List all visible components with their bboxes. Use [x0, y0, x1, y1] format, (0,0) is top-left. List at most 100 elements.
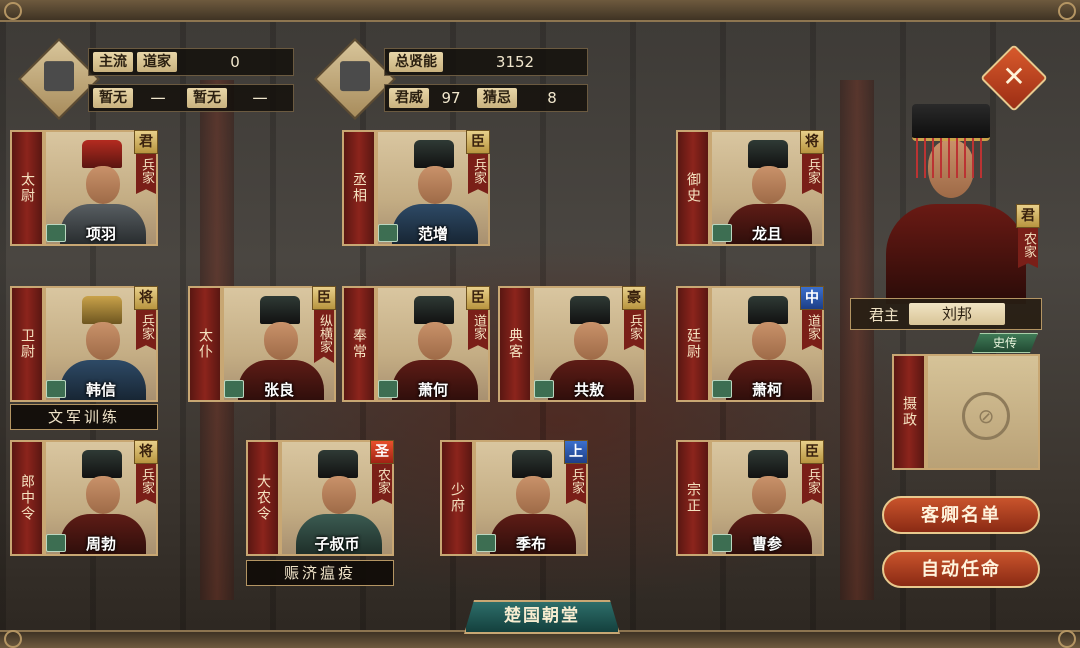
guest-list-button[interactable]: 客卿名单 — [882, 496, 1040, 534]
school-tag: 农家 — [372, 464, 392, 504]
officer-name: 季布 — [515, 535, 546, 553]
mainstream-row: 主流 道家 0 — [88, 48, 294, 76]
empty-portrait-slot[interactable]: ⊘ — [926, 354, 1040, 470]
school-tag: 兵家 — [624, 310, 644, 350]
crown-icon — [912, 104, 990, 141]
mainstream-label: 主流 — [93, 52, 133, 72]
regent-slot[interactable]: 摄政 ⊘ — [892, 354, 1040, 470]
secondary-value-2: 一 — [252, 89, 268, 108]
officer-name: 萧柯 — [751, 381, 782, 399]
background-pillar — [840, 80, 874, 600]
officer-name: 周勃 — [85, 535, 116, 553]
biography-button[interactable]: 史传 — [972, 333, 1038, 353]
total-talent-label: 总贤能 — [389, 52, 443, 72]
mainstream-value: 0 — [230, 53, 240, 71]
officer-name: 龙且 — [751, 225, 782, 243]
school-tag: 兵家 — [802, 464, 822, 504]
close-icon[interactable]: ✕ — [990, 54, 1038, 102]
officer-name: 曹参 — [751, 535, 782, 553]
school-tag: 兵家 — [802, 154, 822, 194]
office-title: 奉常 — [342, 286, 376, 402]
officer-card-taipu[interactable]: 太仆 臣 纵横家 张良 — [188, 286, 336, 402]
office-title: 郎中令 — [10, 440, 44, 556]
rank-badge: 中 — [800, 286, 824, 310]
office-title: 御史 — [676, 130, 710, 246]
officer-card-fengchang[interactable]: 奉常 臣 道家 萧何 — [342, 286, 490, 402]
mainstream-school: 道家 — [137, 52, 177, 72]
rank-badge: 君 — [134, 130, 158, 154]
secondary-label-2: 暂无 — [187, 88, 227, 108]
office-title: 宗正 — [676, 440, 710, 556]
officer-card-langzhongling[interactable]: 郎中令 将 兵家 周勃 — [10, 440, 158, 556]
frame-corner-ornament — [4, 2, 22, 20]
officer-card-shaofu[interactable]: 少府 上 兵家 季布 — [440, 440, 588, 556]
ruler-rank-badge: 君 — [1016, 204, 1040, 228]
total-talent-row: 总贤能 3152 — [384, 48, 588, 76]
frame-corner-ornament — [4, 630, 22, 648]
officer-card-yushi[interactable]: 御史 将 兵家 龙且 — [676, 130, 824, 246]
ruler-portrait[interactable]: 君 农家 — [872, 104, 1040, 304]
rank-badge: 圣 — [370, 440, 394, 464]
rank-badge: 上 — [564, 440, 588, 464]
school-tag: 兵家 — [136, 464, 156, 504]
officer-name: 项羽 — [85, 225, 116, 243]
auto-appoint-button[interactable]: 自动任命 — [882, 550, 1040, 588]
total-talent-value: 3152 — [495, 53, 535, 71]
officer-card-taiwei[interactable]: 太尉 君 兵家 项羽 — [10, 130, 158, 246]
ruler-school-tag: 农家 — [1018, 228, 1038, 268]
ruler-label: 君主 — [869, 305, 900, 324]
rank-badge: 臣 — [800, 440, 824, 464]
suspicion-label: 猜忌 — [477, 88, 517, 108]
officer-card-chengxiang[interactable]: 丞相 臣 兵家 范增 — [342, 130, 490, 246]
officer-card-weiwei[interactable]: 卫尉 将 兵家 韩信 — [10, 286, 158, 402]
rank-badge: 豪 — [622, 286, 646, 310]
rank-badge: 将 — [134, 286, 158, 310]
frame-corner-ornament — [1058, 630, 1076, 648]
school-tag: 兵家 — [566, 464, 586, 504]
office-title: 丞相 — [342, 130, 376, 246]
task-label-military-training[interactable]: 文军训练 — [10, 404, 158, 430]
school-tag: 纵横家 — [314, 310, 334, 363]
office-title: 典客 — [498, 286, 532, 402]
officer-name: 共敖 — [573, 381, 604, 399]
secondary-row: 暂无 一 暂无 一 — [88, 84, 294, 112]
officer-card-dianke[interactable]: 典客 豪 兵家 共敖 — [498, 286, 646, 402]
officer-name: 萧何 — [417, 381, 448, 399]
rank-badge: 将 — [800, 130, 824, 154]
office-title: 太尉 — [10, 130, 44, 246]
rank-badge: 臣 — [466, 130, 490, 154]
rank-badge: 将 — [134, 440, 158, 464]
office-title: 大农令 — [246, 440, 280, 556]
rank-badge: 臣 — [312, 286, 336, 310]
office-title: 太仆 — [188, 286, 222, 402]
rank-badge: 臣 — [466, 286, 490, 310]
empty-seal-icon: ⊘ — [962, 392, 1010, 440]
office-title: 廷尉 — [676, 286, 710, 402]
school-tag: 兵家 — [136, 310, 156, 350]
authority-row: 君威 97 猜忌 8 — [384, 84, 588, 112]
ruler-name: 刘邦 — [909, 303, 1006, 325]
office-title: 少府 — [440, 440, 474, 556]
authority-value: 97 — [441, 89, 461, 107]
suspicion-value: 8 — [547, 89, 557, 107]
officer-name: 范增 — [417, 225, 448, 243]
school-tag: 兵家 — [468, 154, 488, 194]
school-tag: 道家 — [802, 310, 822, 350]
school-tag: 兵家 — [136, 154, 156, 194]
task-label-plague-relief[interactable]: 赈济瘟疫 — [246, 560, 394, 586]
secondary-label-1: 暂无 — [93, 88, 133, 108]
officer-name: 韩信 — [85, 381, 116, 399]
officer-name: 子叔币 — [314, 535, 360, 553]
regent-title: 摄政 — [892, 354, 926, 470]
office-title: 卫尉 — [10, 286, 44, 402]
officer-card-zongzheng[interactable]: 宗正 臣 兵家 曹参 — [676, 440, 824, 556]
frame-corner-ornament — [1058, 2, 1076, 20]
school-tag: 道家 — [468, 310, 488, 350]
court-title-tab: 楚国朝堂 — [464, 600, 620, 634]
secondary-value-1: 一 — [150, 89, 166, 108]
top-frame — [0, 0, 1080, 22]
officer-card-danongling[interactable]: 大农令 圣 农家 子叔币 — [246, 440, 394, 556]
officer-card-tingwei[interactable]: 廷尉 中 道家 萧柯 — [676, 286, 824, 402]
authority-label: 君威 — [389, 88, 429, 108]
ruler-nameplate: 君主 刘邦 — [850, 298, 1042, 330]
